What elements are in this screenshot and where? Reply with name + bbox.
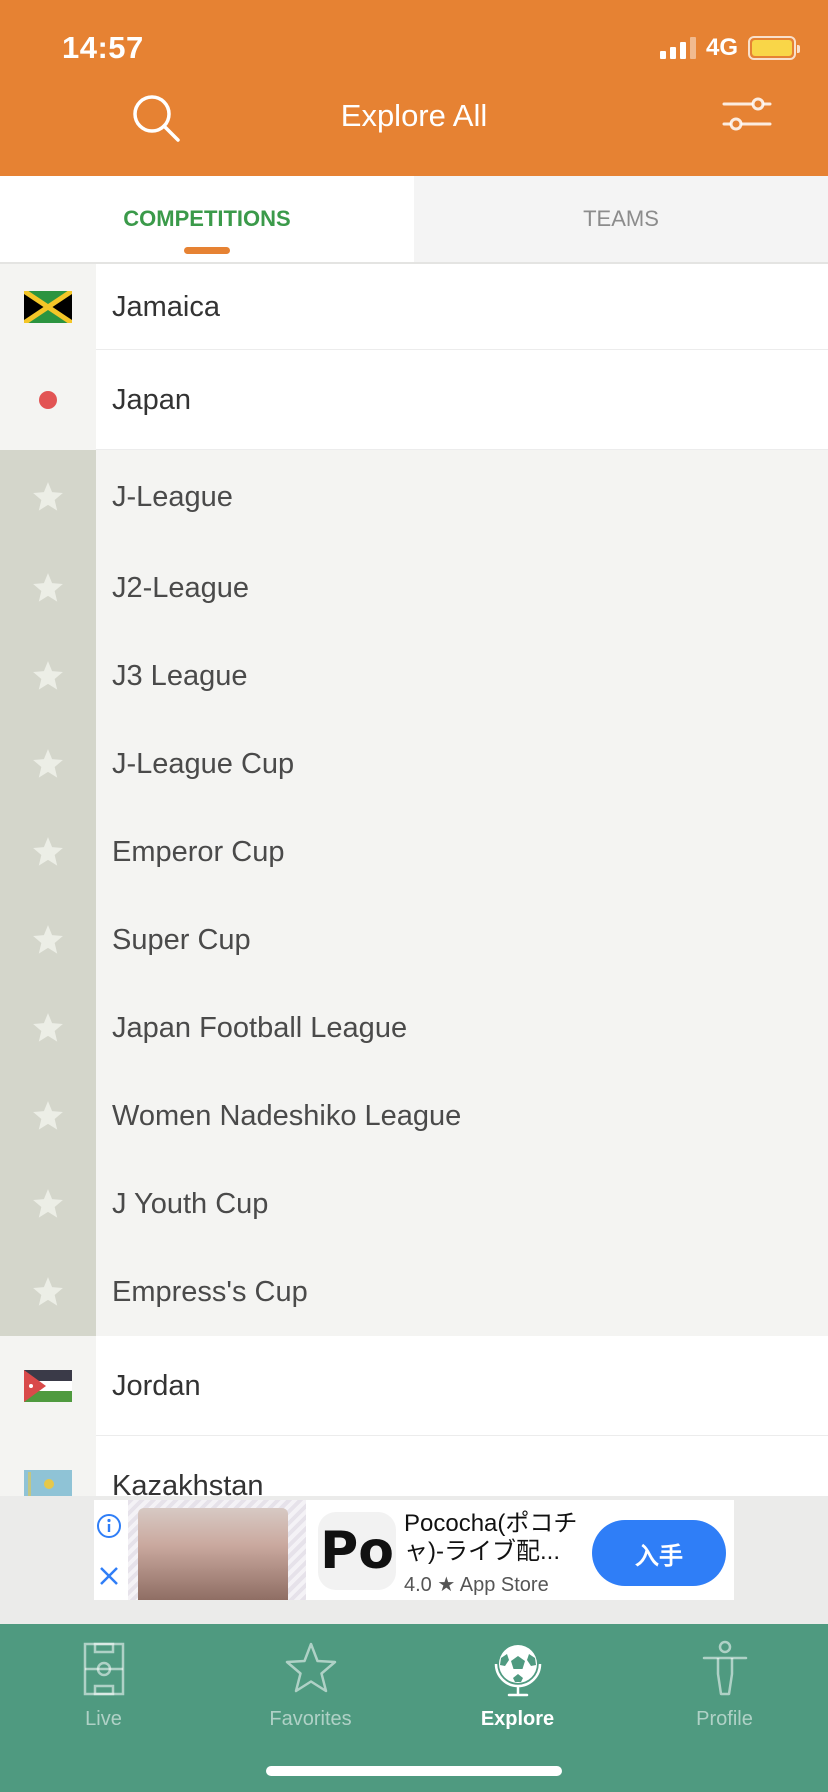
country-row-jamaica[interactable]: Jamaica: [0, 264, 828, 350]
favorite-cell[interactable]: [0, 896, 96, 984]
page-title: Explore All: [340, 98, 488, 133]
player-icon: [702, 1640, 747, 1696]
ad-title: Pococha(ポコチャ)-ライブ配...: [404, 1510, 578, 1565]
ad-content[interactable]: Po Pococha(ポコチャ)-ライブ配... 4.0 ★ App Store…: [94, 1500, 734, 1600]
league-row[interactable]: J2-League: [0, 544, 828, 632]
list-item-label: Super Cup: [112, 923, 251, 956]
star-icon: [33, 1189, 63, 1218]
league-row[interactable]: J3 League: [0, 632, 828, 720]
ad-image: [128, 1500, 306, 1600]
star-icon: [33, 925, 63, 954]
tab-competitions[interactable]: COMPETITIONS: [0, 176, 414, 262]
country-row-japan[interactable]: Japan: [0, 350, 828, 450]
league-row[interactable]: J Youth Cup: [0, 1160, 828, 1248]
league-row[interactable]: J-League Cup: [0, 720, 828, 808]
battery-icon: [748, 36, 800, 60]
star-icon: [285, 1642, 336, 1693]
japan-flag-icon: [39, 391, 57, 409]
list-item-label: J3 League: [112, 659, 248, 692]
favorite-cell[interactable]: [0, 1160, 96, 1248]
list-item-label: Japan: [112, 383, 192, 416]
list-item-label: Jamaica: [112, 290, 220, 323]
pitch-icon: [83, 1642, 124, 1696]
home-indicator: [266, 1766, 562, 1776]
info-icon[interactable]: [96, 1513, 122, 1539]
competition-list: Jamaica Japan J-League J2-League J3 Leag…: [0, 264, 828, 1536]
flag-cell: [0, 264, 96, 350]
active-tab-indicator: [184, 247, 230, 254]
list-item-label: J-League Cup: [112, 747, 295, 780]
favorite-cell[interactable]: [0, 984, 96, 1072]
tab-bar: COMPETITIONS TEAMS: [0, 176, 828, 264]
app-logo: Po: [318, 1512, 396, 1590]
league-row[interactable]: J-League: [0, 450, 828, 544]
league-row[interactable]: Emperor Cup: [0, 808, 828, 896]
jordan-flag-icon: [24, 1370, 72, 1402]
ad-photo: [138, 1508, 288, 1600]
ad-banner: Po Pococha(ポコチャ)-ライブ配... 4.0 ★ App Store…: [0, 1496, 828, 1624]
star-icon: [33, 749, 63, 778]
star-icon: [33, 1101, 63, 1130]
favorite-cell[interactable]: [0, 450, 96, 544]
status-time: 14:57: [62, 30, 144, 65]
list-item-label: Women Nadeshiko League: [112, 1099, 462, 1132]
favorite-cell[interactable]: [0, 808, 96, 896]
league-row[interactable]: Women Nadeshiko League: [0, 1072, 828, 1160]
star-icon: [33, 1013, 63, 1042]
close-icon[interactable]: [97, 1564, 121, 1588]
star-icon: [33, 573, 63, 602]
jamaica-flag-icon: [24, 291, 72, 323]
nav-label: Live: [85, 1708, 122, 1730]
league-row[interactable]: Empress's Cup: [0, 1248, 828, 1336]
list-item-label: Empress's Cup: [112, 1275, 308, 1308]
filter-button[interactable]: [722, 96, 772, 138]
star-icon: [33, 837, 63, 866]
favorite-cell[interactable]: [0, 1248, 96, 1336]
league-row[interactable]: Super Cup: [0, 896, 828, 984]
app-header: 14:57 4G Explore All: [0, 0, 828, 176]
nav-label: Explore: [480, 1708, 555, 1730]
list-item-label: J Youth Cup: [112, 1187, 269, 1220]
star-icon: [33, 482, 63, 511]
nav-label: Profile: [696, 1708, 753, 1730]
sliders-icon: [722, 97, 772, 131]
star-icon: [33, 1277, 63, 1306]
network-type: 4G: [705, 34, 738, 61]
tab-label: COMPETITIONS: [123, 206, 291, 231]
ad-rating: 4.0 ★ App Store: [404, 1574, 549, 1596]
flag-cell: [0, 350, 96, 450]
list-item-label: J2-League: [112, 571, 250, 604]
league-row[interactable]: Japan Football League: [0, 984, 828, 1072]
tab-label: TEAMS: [583, 206, 659, 231]
favorite-cell[interactable]: [0, 1072, 96, 1160]
ad-controls: [94, 1500, 124, 1600]
favorite-cell[interactable]: [0, 720, 96, 808]
status-indicators: 4G: [659, 34, 800, 62]
nav-label: Favorites: [269, 1708, 352, 1730]
signal-icon: [659, 37, 696, 59]
favorite-cell[interactable]: [0, 632, 96, 720]
tab-teams[interactable]: TEAMS: [414, 176, 828, 262]
get-button[interactable]: 入手: [592, 1520, 726, 1586]
country-row-jordan[interactable]: Jordan: [0, 1336, 828, 1436]
globe-ball-icon: [494, 1645, 541, 1697]
list-item-label: J-League: [112, 480, 233, 513]
nav-item-profile[interactable]: Profile: [621, 1624, 828, 1792]
list-item-label: Emperor Cup: [112, 835, 285, 868]
list-item-label: Japan Football League: [112, 1011, 408, 1044]
nav-item-live[interactable]: Live: [0, 1624, 207, 1792]
favorite-cell[interactable]: [0, 544, 96, 632]
bottom-nav: Live Favorites Explore Profile: [0, 1624, 828, 1792]
star-icon: [33, 661, 63, 690]
flag-cell: [0, 1336, 96, 1436]
list-item-label: Jordan: [112, 1369, 201, 1402]
